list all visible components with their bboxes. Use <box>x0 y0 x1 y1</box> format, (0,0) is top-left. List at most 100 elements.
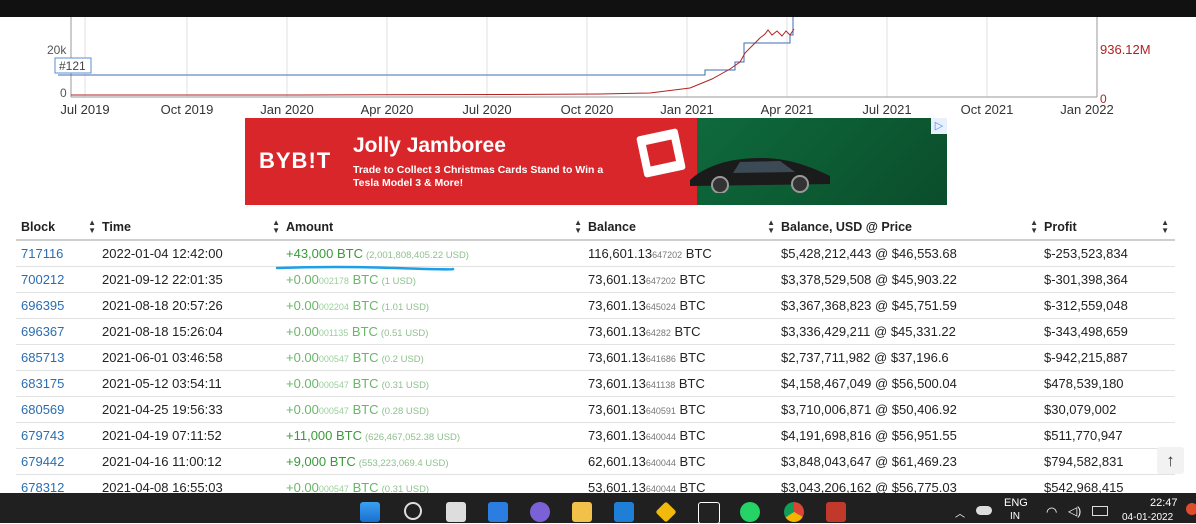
cell-block[interactable]: 683175 <box>16 376 102 391</box>
ad-banner[interactable]: BYB!T Jolly Jamboree Trade to Collect 3 … <box>245 118 947 205</box>
amount-unit: BTC <box>326 454 356 469</box>
amount-unit: BTC <box>348 324 378 339</box>
cell-block[interactable]: 696395 <box>16 298 102 313</box>
header-profit-label: Profit <box>1044 219 1077 234</box>
language-sub: IN <box>1010 511 1020 522</box>
amount-main: +0.00 <box>286 272 319 287</box>
clock-date[interactable]: 04-01-2022 <box>1122 512 1173 523</box>
x-tick-label: Jan 2021 <box>660 102 714 117</box>
balance-small: 641138 <box>645 380 676 390</box>
balance-unit: BTC <box>682 246 712 261</box>
balance-main: 116,601.13 <box>588 246 653 261</box>
cell-block[interactable]: 679743 <box>16 428 102 443</box>
clock-time[interactable]: 22:47 <box>1150 497 1178 509</box>
cell-block[interactable]: 679442 <box>16 454 102 469</box>
block-link[interactable]: 683175 <box>21 376 64 391</box>
header-amount[interactable]: Amount ▲ ▼ <box>286 217 588 235</box>
balance-small: 645024 <box>645 302 676 312</box>
snipping-tool-icon[interactable] <box>826 502 846 522</box>
cell-block[interactable]: 717116 <box>16 246 102 261</box>
car-icon <box>690 158 830 193</box>
amount-main: +0.00 <box>286 298 319 313</box>
cell-usd: $3,367,368,823 @ $45,751.59 <box>781 298 957 313</box>
balance-small: 647202 <box>652 250 683 260</box>
search-icon[interactable] <box>404 502 422 520</box>
chrome-icon[interactable] <box>784 502 804 522</box>
block-link[interactable]: 696395 <box>21 298 64 313</box>
block-link[interactable]: 700212 <box>21 272 64 287</box>
scroll-to-top-button[interactable]: ↑ <box>1157 447 1184 474</box>
header-balance[interactable]: Balance ▲ ▼ <box>588 217 781 235</box>
cell-time: 2021-08-18 20:57:26 <box>102 298 223 313</box>
taskbar: ︿ ENG IN ◠ ◁) 22:47 04-01-2022 <box>0 493 1196 524</box>
block-link[interactable]: 696367 <box>21 324 64 339</box>
table-row: 696395 2021-08-18 20:57:26 +0.00002204 BTC… <box>16 293 1175 319</box>
header-usd[interactable]: Balance, USD @ Price ▲ ▼ <box>781 218 1044 235</box>
amount-main: +9,000 <box>286 454 327 469</box>
wifi-icon[interactable]: ◠ <box>1046 504 1057 520</box>
block-link[interactable]: 679442 <box>21 454 64 469</box>
whatsapp-icon[interactable] <box>740 502 760 522</box>
notification-badge[interactable] <box>1186 503 1196 515</box>
header-block[interactable]: Block ▲ ▼ <box>16 217 102 235</box>
mail-icon[interactable] <box>614 502 634 522</box>
block-link[interactable]: 680569 <box>21 402 64 417</box>
language-indicator[interactable]: ENG <box>1004 497 1028 509</box>
sort-icon: ▲ ▼ <box>272 217 280 235</box>
amount-usd: (0.28 USD) <box>381 406 430 417</box>
header-time[interactable]: Time ▲ ▼ <box>102 217 286 235</box>
x-tick-label: Apr 2020 <box>361 102 414 117</box>
cell-time: 2021-04-19 07:11:52 <box>102 428 222 443</box>
info-triangle-icon[interactable]: ▷ <box>931 118 947 134</box>
header-balance-label: Balance <box>588 219 636 234</box>
balance-unit: BTC <box>675 428 706 443</box>
block-link[interactable]: 679743 <box>21 428 64 443</box>
cell-time: 2021-06-01 03:46:58 <box>102 350 223 365</box>
cell-block[interactable]: 680569 <box>16 402 102 417</box>
cloud-icon[interactable] <box>976 506 992 515</box>
cell-amount: +43,000 BTC (2,001,808,405.22 USD) <box>286 246 588 261</box>
amount-small: 002204 <box>318 302 349 312</box>
task-view-icon[interactable] <box>446 502 466 522</box>
x-tick-label: Jul 2021 <box>862 102 911 117</box>
balance-main: 73,601.13 <box>588 402 646 417</box>
sort-icon: ▲ ▼ <box>88 217 96 235</box>
block-link[interactable]: 685713 <box>21 350 64 365</box>
widgets-icon[interactable] <box>488 502 508 522</box>
speaker-icon[interactable]: ◁) <box>1068 504 1081 518</box>
sort-icon: ▲ ▼ <box>574 217 582 235</box>
file-explorer-icon[interactable] <box>572 502 592 522</box>
marker-label: #121 <box>59 59 86 73</box>
x-tick-label: Oct 2020 <box>561 102 614 117</box>
x-tick-label: Oct 2021 <box>961 102 1014 117</box>
balance-unit: BTC <box>675 298 706 313</box>
header-profit[interactable]: Profit ▲ ▼ <box>1044 218 1175 235</box>
cell-block[interactable]: 696367 <box>16 324 102 339</box>
chat-icon[interactable] <box>530 502 550 522</box>
block-link[interactable]: 717116 <box>21 246 63 261</box>
balance-small: 640044 <box>645 432 676 442</box>
cell-time: 2021-09-12 22:01:35 <box>102 272 223 287</box>
tradingview-icon[interactable] <box>698 502 720 524</box>
chevron-up-icon[interactable]: ︿ <box>955 505 965 520</box>
cell-amount: +0.00001135 BTC (0.51 USD) <box>286 324 588 339</box>
balance-main: 73,601.13 <box>588 350 646 365</box>
cell-usd: $3,710,006,871 @ $50,406.92 <box>781 402 957 417</box>
cell-block[interactable]: 685713 <box>16 350 102 365</box>
binance-icon[interactable] <box>655 501 677 523</box>
cell-time: 2022-01-04 12:42:00 <box>102 246 223 261</box>
cell-time: 2021-04-25 19:56:33 <box>102 402 223 417</box>
balance-main: 73,601.13 <box>588 298 646 313</box>
header-block-label: Block <box>21 219 56 234</box>
cell-amount: +0.00002204 BTC (1.01 USD) <box>286 298 588 313</box>
cell-amount: +0.00002178 BTC (1 USD) <box>286 272 588 287</box>
cell-usd: $3,378,529,508 @ $45,903.22 <box>781 272 957 287</box>
cell-block[interactable]: 700212 <box>16 272 102 287</box>
cell-balance: 62,601.13640044 BTC <box>588 454 781 469</box>
amount-unit: BTC <box>348 350 379 365</box>
sort-icon: ▲ ▼ <box>767 217 775 235</box>
balance-unit: BTC <box>675 376 705 391</box>
windows-start-icon[interactable] <box>360 502 380 522</box>
top-black-bar <box>0 0 1196 17</box>
battery-icon[interactable] <box>1092 506 1108 516</box>
